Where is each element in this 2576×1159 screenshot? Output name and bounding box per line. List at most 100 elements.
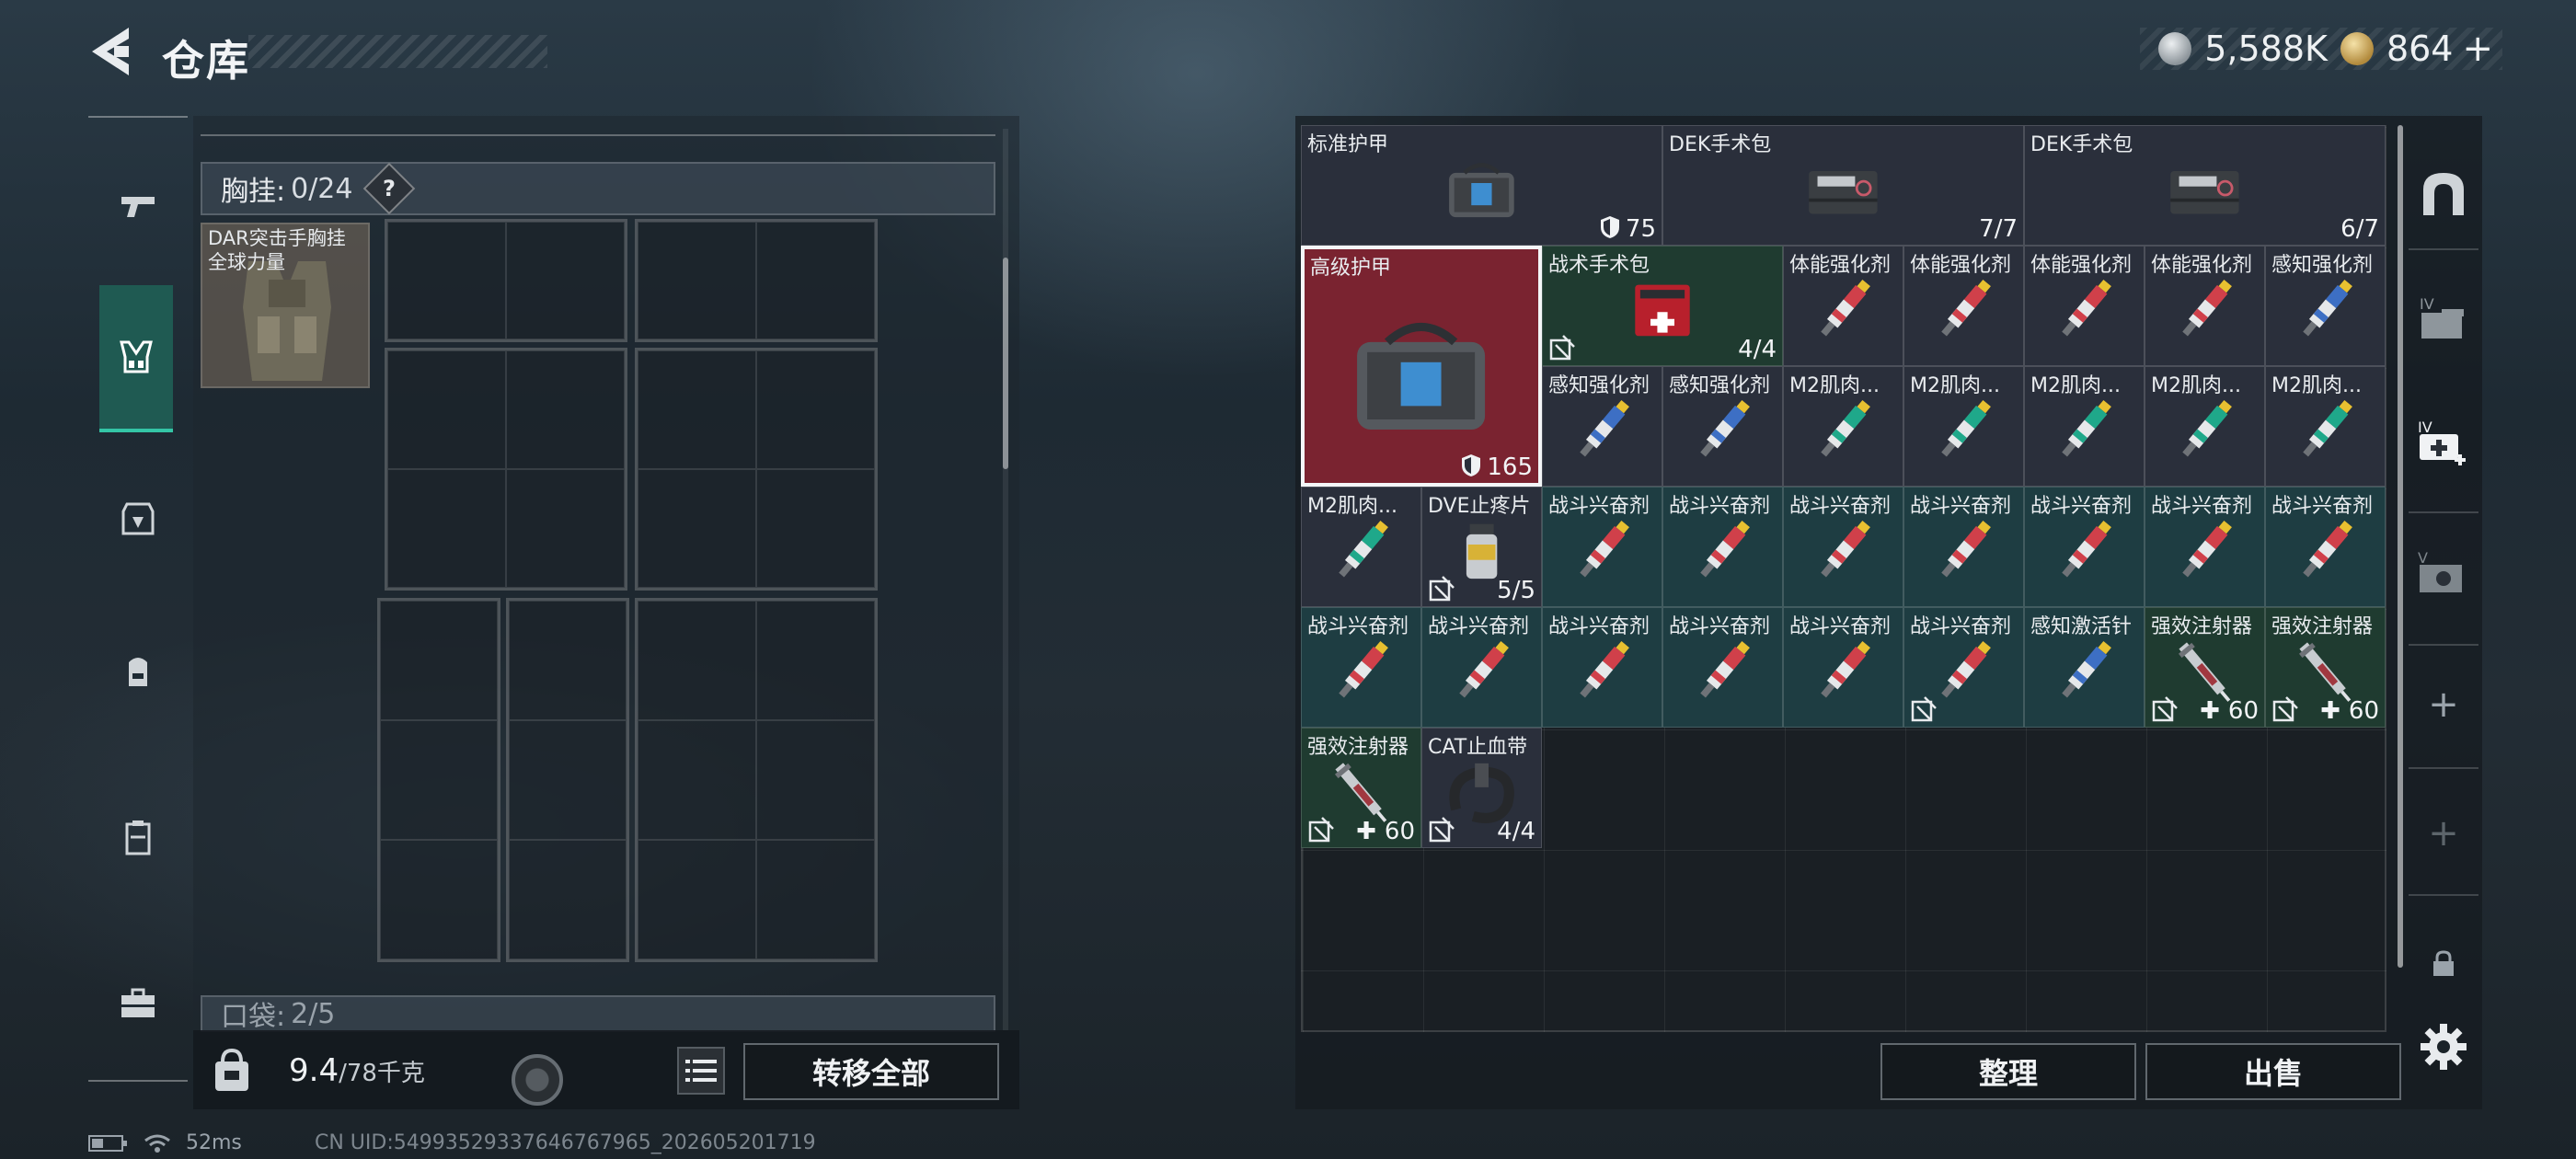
rig-slot-group-1[interactable] — [385, 219, 627, 342]
rig-slot-group-4[interactable] — [635, 348, 878, 591]
toolbox-icon — [121, 988, 155, 1017]
stash-scrollbar[interactable] — [2398, 125, 2403, 968]
stash-item[interactable]: 高级护甲 165 — [1301, 246, 1542, 487]
rig-slot-group-2[interactable] — [635, 219, 878, 342]
nav-container[interactable] — [88, 787, 188, 887]
injector-red-icon — [1700, 521, 1750, 578]
left-scrollbar[interactable] — [1003, 258, 1008, 469]
stash-item[interactable]: 体能强化剂 — [1903, 246, 2024, 366]
item-name: 战斗兴奋剂 — [1789, 495, 1892, 518]
item-name: 体能强化剂 — [1910, 254, 2012, 277]
nav-armor[interactable] — [88, 469, 188, 568]
stash-item[interactable]: 感知强化剂 — [1662, 366, 1783, 487]
add-stash-tab-button-disabled[interactable]: + — [2416, 806, 2471, 861]
stash-item[interactable]: 战斗兴奋剂 — [1662, 487, 1783, 607]
stash-item[interactable]: 战斗兴奋剂 — [1542, 487, 1662, 607]
injector-red-icon — [2062, 280, 2111, 337]
item-name: 强效注射器 — [2151, 615, 2253, 638]
sort-button[interactable]: 整理 — [1880, 1043, 2136, 1100]
nav-toolbox[interactable] — [88, 953, 188, 1052]
add-stash-tab-button[interactable]: + — [2416, 677, 2471, 732]
stash-item[interactable]: 标准护甲 75 — [1301, 125, 1662, 246]
back-arrow-icon[interactable] — [88, 26, 131, 77]
stash-item[interactable]: 战斗兴奋剂 — [1662, 607, 1783, 728]
stash-item[interactable]: 战斗兴奋剂 — [1903, 607, 2024, 728]
stash-item[interactable]: M2肌肉... — [2265, 366, 2386, 487]
gun-icon — [121, 197, 155, 217]
stash-item[interactable]: M2肌肉... — [2145, 366, 2265, 487]
stash-item[interactable]: 战斗兴奋剂 — [1783, 607, 1903, 728]
lock-toggle[interactable] — [2416, 936, 2471, 992]
injector-blue-icon — [2062, 641, 2111, 698]
stash-item[interactable]: DEK手术包 7/7 — [1662, 125, 2024, 246]
rig-slot-group-3[interactable] — [385, 348, 627, 591]
stash-item[interactable]: 战斗兴奋剂 — [1542, 607, 1662, 728]
armor-bag-icon — [1357, 322, 1486, 430]
item-count: 5/5 — [1497, 577, 1535, 604]
nav-chest-rig[interactable] — [99, 285, 173, 432]
list-icon — [685, 1060, 717, 1082]
stash-item[interactable]: 战斗兴奋剂 — [2024, 487, 2145, 607]
pocket-count: 2/5 — [291, 997, 336, 1030]
stash-item[interactable]: 感知激活针 — [2024, 607, 2145, 728]
item-count-value: 7/7 — [1979, 215, 2018, 243]
item-count: ✚ 60 — [1356, 818, 1415, 845]
quick-action-button[interactable] — [512, 1054, 563, 1106]
stash-item[interactable]: M2肌肉... — [1783, 366, 1903, 487]
transfer-all-button[interactable]: 转移全部 — [743, 1043, 999, 1100]
svg-text:V: V — [2418, 549, 2428, 567]
injector-blue-icon — [1700, 400, 1750, 457]
injector-green-icon — [2062, 400, 2111, 457]
stash-item[interactable]: 体能强化剂 — [2024, 246, 2145, 366]
left-category-nav — [88, 116, 188, 1082]
stash-item[interactable]: 感知强化剂 — [2265, 246, 2386, 366]
stash-item[interactable]: 体能强化剂 — [1783, 246, 1903, 366]
stash-tab-iv-folder[interactable]: IV — [2416, 291, 2471, 346]
stash-item[interactable]: 强效注射器 ✚ 60 — [2145, 607, 2265, 728]
stash-item[interactable]: 战斗兴奋剂 — [1903, 487, 2024, 607]
stash-item[interactable]: CAT止血带 4/4 — [1421, 728, 1542, 848]
stash-item[interactable]: 战术手术包 4/4 — [1542, 246, 1783, 366]
vest-icon — [121, 502, 155, 535]
injector-blue-icon — [2303, 280, 2352, 337]
stash-item[interactable]: 战斗兴奋剂 — [2265, 487, 2386, 607]
stash-item[interactable]: 强效注射器 ✚ 60 — [1301, 728, 1421, 848]
item-name: 战斗兴奋剂 — [1548, 615, 1650, 638]
ping-value: 52ms — [186, 1131, 242, 1154]
stash-item[interactable]: M2肌肉... — [2024, 366, 2145, 487]
stash-item[interactable]: 体能强化剂 — [2145, 246, 2265, 366]
list-view-button[interactable] — [677, 1047, 725, 1095]
stash-tab-main[interactable] — [2416, 166, 2471, 221]
stash-item[interactable]: 战斗兴奋剂 — [1421, 607, 1542, 728]
injector-red-icon — [1339, 641, 1388, 698]
sell-button[interactable]: 出售 — [2145, 1043, 2401, 1100]
item-name: 感知强化剂 — [1548, 374, 1650, 397]
stash-tab-iv-medkit[interactable]: IV — [2416, 416, 2471, 471]
rig-slot-group-5[interactable] — [377, 598, 500, 962]
stash-item[interactable]: 战斗兴奋剂 — [2145, 487, 2265, 607]
settings-button[interactable] — [2416, 1019, 2471, 1074]
rig-slot-group-6[interactable] — [506, 598, 629, 962]
stash-item[interactable]: M2肌肉... — [1903, 366, 2024, 487]
stash-item[interactable]: M2肌肉... — [1301, 487, 1421, 607]
nav-backpack[interactable] — [88, 622, 188, 721]
stash-item[interactable]: 感知强化剂 — [1542, 366, 1662, 487]
chest-rig-item[interactable]: DAR突击手胸挂 全球力量 — [201, 223, 370, 388]
item-count-value: 4/4 — [1497, 818, 1535, 845]
stash-item[interactable]: 战斗兴奋剂 — [1783, 487, 1903, 607]
help-button[interactable]: ? — [363, 162, 416, 215]
stash-item[interactable]: DEK手术包 6/7 — [2024, 125, 2386, 246]
stash-item[interactable]: DVE止疼片 5/5 — [1421, 487, 1542, 607]
nav-weapon[interactable] — [88, 156, 188, 256]
item-name: 战斗兴奋剂 — [1910, 495, 2012, 518]
injector-red-icon — [1941, 280, 1991, 337]
stash-item[interactable]: 强效注射器 ✚ 60 — [2265, 607, 2386, 728]
gold-coin-icon — [2340, 32, 2374, 65]
stash-tab-v-case[interactable]: V — [2416, 546, 2471, 602]
add-currency-button[interactable]: + — [2462, 28, 2493, 70]
injector-red-icon — [2062, 521, 2111, 578]
rig-slot-group-7[interactable] — [635, 598, 878, 962]
bound-item-icon — [1308, 817, 1334, 843]
stash-item[interactable]: 战斗兴奋剂 — [1301, 607, 1421, 728]
injector-green-icon — [1941, 400, 1991, 457]
